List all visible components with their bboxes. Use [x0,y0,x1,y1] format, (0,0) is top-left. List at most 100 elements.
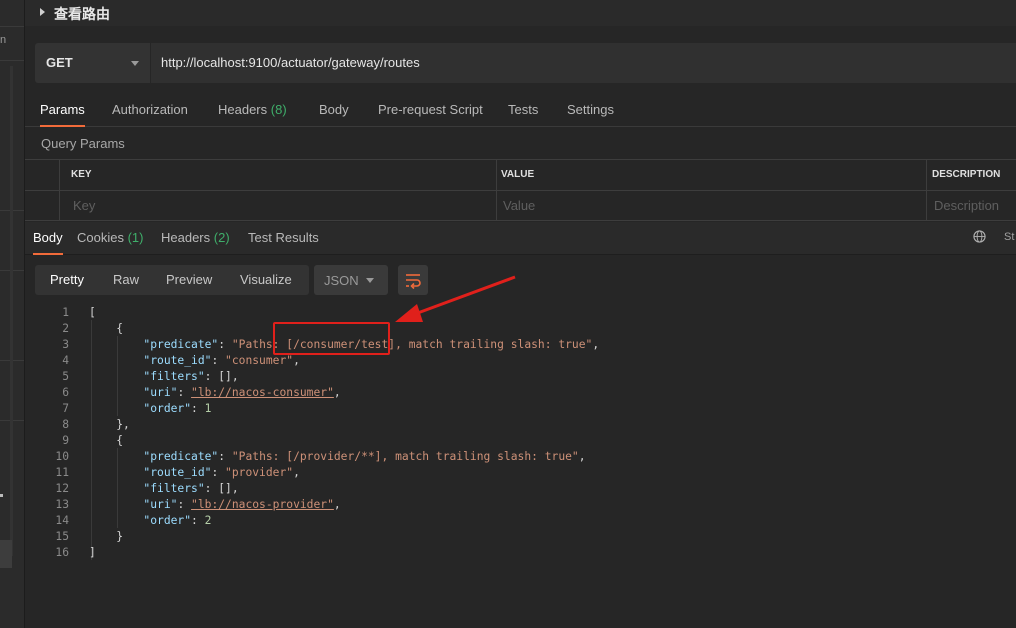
response-tab-body[interactable]: Body [33,222,63,255]
response-tab-cookies[interactable]: Cookies (1) [77,222,143,254]
json-array: [] [218,370,232,383]
globe-icon[interactable] [973,230,986,243]
json-brace: } [116,530,124,543]
key-input[interactable]: Key [73,198,95,213]
format-select[interactable]: JSON [314,265,388,295]
request-header: 查看路由 [25,0,1016,26]
format-label: JSON [324,273,359,288]
code-line: "predicate": "Paths: [/provider/**], mat… [143,450,586,463]
code-line: "filters": [], [143,482,239,495]
tab-label: Body [33,230,63,245]
column-header-value: VALUE [501,169,535,180]
response-body-viewer[interactable]: 1 2 3 4 5 6 7 8 9 10 11 12 13 14 15 16 [… [25,304,1016,628]
tab-label: Cookies [77,230,124,245]
line-number: 11 [55,466,69,479]
sidebar-partial-text: n [0,34,7,46]
line-number: 8 [62,418,69,431]
json-key: "uri" [143,386,178,399]
request-tabs: Params Authorization Headers (8) Body Pr… [25,94,1016,127]
tab-label: Pre-request Script [378,102,483,117]
line-number: 9 [62,434,69,447]
column-header-key: KEY [71,169,92,180]
description-input[interactable]: Description [934,198,999,213]
json-key: "uri" [143,498,178,511]
table-border [496,159,497,221]
json-string-link[interactable]: "lb://nacos-provider" [191,498,334,511]
json-key: "order" [143,402,192,415]
value-input[interactable]: Value [503,198,535,213]
line-number: 13 [55,498,69,511]
sidebar-selected-item[interactable] [0,540,12,568]
code-line: "order": 1 [143,402,212,415]
response-tab-headers[interactable]: Headers (2) [161,222,230,254]
view-pretty-button[interactable]: Pretty [50,265,84,295]
json-number: 2 [204,514,212,527]
json-key: "route_id" [143,466,212,479]
column-header-description: DESCRIPTION [932,169,1001,180]
view-raw-button[interactable]: Raw [113,265,139,295]
code-line: { [89,322,123,335]
sidebar-scrollbar-track[interactable] [10,66,13,556]
tab-label: Headers [161,230,211,245]
tab-label: Body [319,102,349,117]
sidebar-divider [0,26,24,27]
json-string: "consumer" [225,354,294,367]
json-key: "predicate" [143,450,219,463]
line-number: 1 [62,306,69,319]
view-mode-group: Pretty Raw Preview Visualize [35,265,309,295]
json-key: "route_id" [143,354,212,367]
request-title[interactable]: 查看路由 [54,4,110,24]
code-line: "order": 2 [143,514,212,527]
response-tab-test-results[interactable]: Test Results [248,222,319,254]
json-key: "filters" [143,482,205,495]
code-line: } [89,530,123,543]
query-params-label: Query Params [41,136,125,151]
table-border [59,159,60,221]
json-string: "provider" [225,466,294,479]
collapsed-sidebar: n [0,0,25,628]
tab-body[interactable]: Body [319,94,349,126]
tab-authorization[interactable]: Authorization [112,94,188,126]
json-brace: { [116,434,124,447]
json-bracket: [ [89,306,96,319]
line-number: 2 [62,322,69,335]
tab-params[interactable]: Params [40,94,85,127]
tab-label: Tests [508,102,539,117]
line-number: 15 [55,530,69,543]
code-line: "route_id": "consumer", [143,354,300,367]
code-line: ] [89,546,96,559]
table-border [25,159,1016,160]
method-select[interactable]: GET [35,43,150,83]
sidebar-divider [0,60,24,61]
view-preview-button[interactable]: Preview [166,265,212,295]
tab-count: (2) [213,230,230,245]
url-input[interactable]: http://localhost:9100/actuator/gateway/r… [151,43,1016,83]
tab-label: Test Results [248,230,319,245]
json-string-link[interactable]: "lb://nacos-consumer" [191,386,334,399]
tab-settings[interactable]: Settings [567,94,614,126]
tab-label: Headers [218,102,268,117]
tab-label: Settings [567,102,614,117]
code-line: [ [89,306,96,319]
tab-tests[interactable]: Tests [508,94,538,126]
chevron-down-icon [131,61,139,66]
tab-headers[interactable]: Headers (8) [218,94,287,126]
tab-label: Authorization [112,102,188,117]
code-line: "uri": "lb://nacos-provider", [143,498,341,511]
json-brace: }, [116,418,130,431]
annotation-highlight-box [273,322,390,355]
tab-pre-request-script[interactable]: Pre-request Script [378,94,483,126]
annotation-arrow-icon [395,275,516,322]
line-number: 6 [62,386,69,399]
line-number: 16 [55,546,69,559]
collapse-caret-icon[interactable] [40,8,45,16]
tab-count: (8) [270,102,287,117]
line-number: 4 [62,354,69,367]
view-visualize-button[interactable]: Visualize [240,265,292,295]
json-key: "predicate" [143,338,219,351]
code-line: "route_id": "provider", [143,466,300,479]
json-number: 1 [204,402,212,415]
json-string: "Paths: [/provider/**], match trailing s… [231,450,579,463]
json-brace: { [116,322,124,335]
json-key: "filters" [143,370,205,383]
